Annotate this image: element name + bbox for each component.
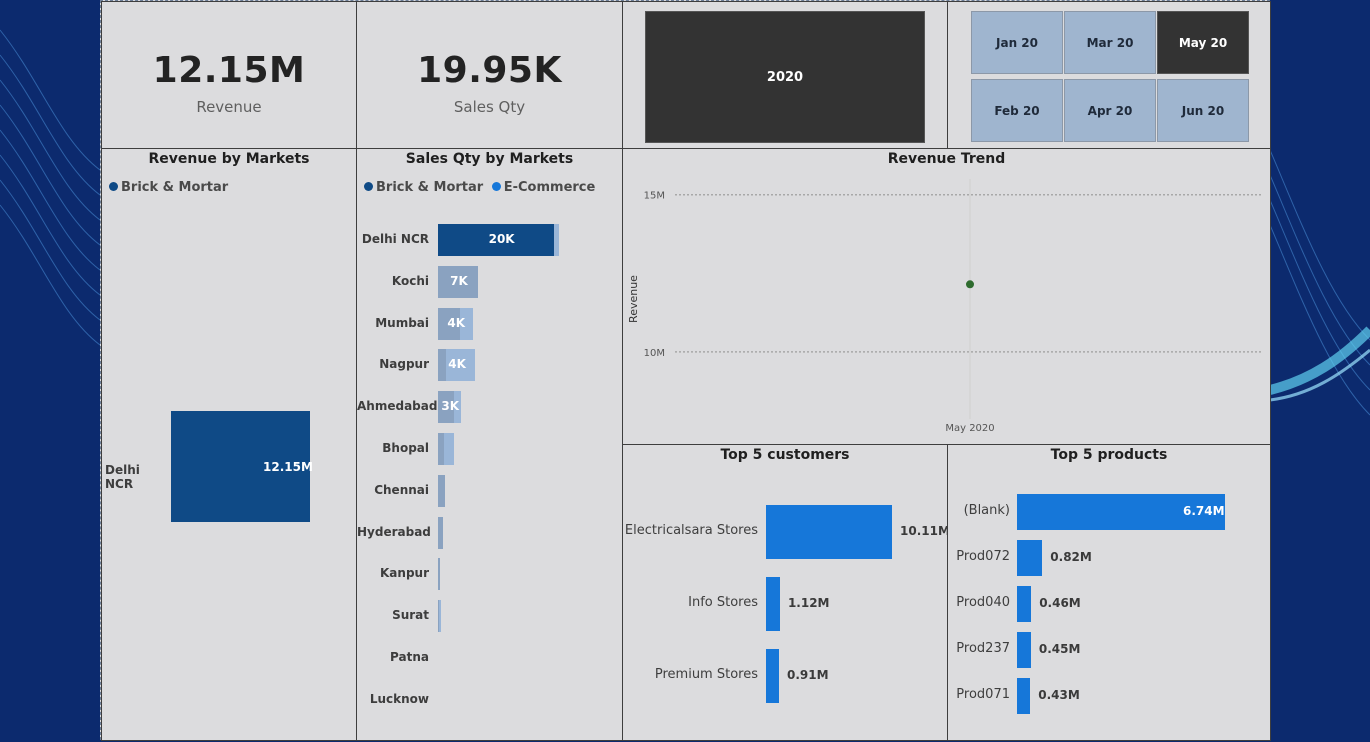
- bar-bhopal-ecommerce[interactable]: [444, 433, 454, 465]
- data-label: 0.46M: [1039, 596, 1081, 610]
- category-label: Ahmedabad: [357, 399, 438, 414]
- category-label: Delhi NCR: [361, 232, 429, 246]
- month-button-jun[interactable]: Jun 20: [1157, 79, 1249, 142]
- category-label: Prod071: [956, 687, 1010, 702]
- kpi-card-sales-qty: 19.95K Sales Qty: [356, 1, 623, 149]
- bar-prod071[interactable]: [1017, 678, 1031, 714]
- top-products-chart: Top 5 products (Blank) 6.74M Prod072 0.82M P…: [947, 444, 1271, 741]
- category-label: Premium Stores: [654, 667, 758, 682]
- plot-area: Delhi NCR 20K Kochi 7K Mumbai 4K Nagpur 4K Ahmed…: [357, 149, 622, 740]
- plot-area: (Blank) 6.74M Prod072 0.82M Prod040 0.46M Prod…: [948, 445, 1270, 740]
- kpi-label: Sales Qty: [453, 98, 526, 116]
- data-label: 3K: [441, 399, 460, 414]
- category-label: Prod040: [956, 595, 1010, 610]
- data-label: 4K: [447, 315, 466, 330]
- category-label: Info Stores: [688, 595, 758, 610]
- bar-delhi-ncr-ecommerce[interactable]: [553, 224, 560, 256]
- data-label: 0.45M: [1038, 642, 1081, 656]
- kpi-card-revenue: 12.15M Revenue: [101, 1, 357, 149]
- dashboard-canvas: 12.15M Revenue 19.95K Sales Qty 2020 Jan…: [100, 0, 1271, 741]
- month-button-feb[interactable]: Feb 20: [971, 79, 1063, 142]
- data-label: 7K: [450, 273, 468, 288]
- y-axis-label: Revenue: [627, 275, 640, 323]
- month-slicer: Jan 20 Mar 20 May 20 Feb 20 Apr 20 Jun 2…: [947, 1, 1271, 149]
- bar-hyderabad-brick-mortar[interactable]: [438, 516, 444, 549]
- category-label: Chennai: [374, 482, 429, 497]
- category-label: Prod237: [956, 641, 1010, 656]
- category-label: Mumbai: [375, 315, 429, 330]
- bar-premium-stores[interactable]: [766, 649, 779, 703]
- month-button-apr[interactable]: Apr 20: [1064, 79, 1156, 142]
- chart-title: Revenue by Markets: [148, 151, 310, 167]
- data-label: 0.91M: [787, 668, 829, 682]
- legend-dot-icon: [109, 182, 118, 191]
- category-label: Lucknow: [369, 691, 429, 706]
- kpi-value: 19.95K: [417, 50, 562, 91]
- kpi-value: 12.15M: [152, 50, 306, 91]
- data-label: 6.74M: [1183, 504, 1225, 518]
- bar-electricalsara-stores[interactable]: [766, 505, 892, 559]
- plot-area: Electricalsara Stores 10.11M Info Stores 1.…: [623, 445, 948, 740]
- bar-nagpur-brick-mortar[interactable]: [438, 349, 447, 382]
- category-label: Prod072: [956, 549, 1010, 564]
- month-button-jan[interactable]: Jan 20: [971, 11, 1063, 74]
- data-label: 10.11M: [900, 524, 948, 538]
- category-label: Patna: [390, 650, 429, 664]
- category-label: Delhi NCR: [105, 463, 140, 491]
- legend-label[interactable]: Brick & Mortar: [121, 180, 228, 195]
- data-label: 12.15M: [263, 460, 313, 474]
- year-slicer: 2020: [622, 1, 948, 149]
- y-tick-label: 10M: [644, 348, 665, 359]
- top-customers-chart: Top 5 customers Electricalsara Stores 10.…: [622, 444, 948, 741]
- bar-kanpur-brick-mortar[interactable]: [438, 558, 441, 591]
- category-label: Kanpur: [380, 566, 429, 581]
- chart-legend: Brick & Mortar: [109, 180, 228, 195]
- data-label: 0.43M: [1038, 688, 1080, 702]
- bar-prod237[interactable]: [1017, 632, 1031, 668]
- bar-prod072[interactable]: [1017, 540, 1043, 576]
- y-tick-label: 15M: [644, 191, 665, 202]
- year-button-2020[interactable]: 2020: [645, 11, 925, 143]
- category-label: Electricalsara Stores: [624, 523, 758, 538]
- revenue-trend-chart: Revenue Trend 15M 10M Revenue May 2020: [622, 148, 1271, 445]
- data-label: 4K: [448, 357, 466, 372]
- data-point[interactable]: [966, 280, 974, 289]
- bar-prod040[interactable]: [1017, 586, 1032, 622]
- data-label: 20K: [488, 232, 515, 246]
- bar-chennai-brick-mortar[interactable]: [438, 474, 446, 507]
- x-tick-label: May 2020: [945, 423, 994, 434]
- data-label: 1.12M: [787, 596, 830, 610]
- category-label: (Blank): [963, 503, 1010, 518]
- category-label: Kochi: [391, 273, 429, 288]
- revenue-by-markets-chart: Revenue by Markets Brick & Mortar Delhi …: [101, 148, 357, 741]
- trend-plot: 15M 10M Revenue May 2020: [627, 179, 1263, 434]
- month-button-may[interactable]: May 20: [1157, 11, 1249, 74]
- month-button-mar[interactable]: Mar 20: [1064, 11, 1156, 74]
- category-label: Hyderabad: [357, 524, 431, 539]
- category-label: Surat: [392, 608, 429, 623]
- data-label: 0.82M: [1050, 550, 1092, 564]
- category-label: Nagpur: [379, 357, 429, 372]
- sales-qty-by-markets-chart: Sales Qty by Markets Brick & Mortar E-Co…: [356, 148, 623, 741]
- bar-info-stores[interactable]: [766, 577, 780, 631]
- kpi-label: Revenue: [196, 98, 262, 116]
- category-label: Bhopal: [382, 441, 429, 455]
- bar-surat-ecommerce[interactable]: [439, 600, 442, 633]
